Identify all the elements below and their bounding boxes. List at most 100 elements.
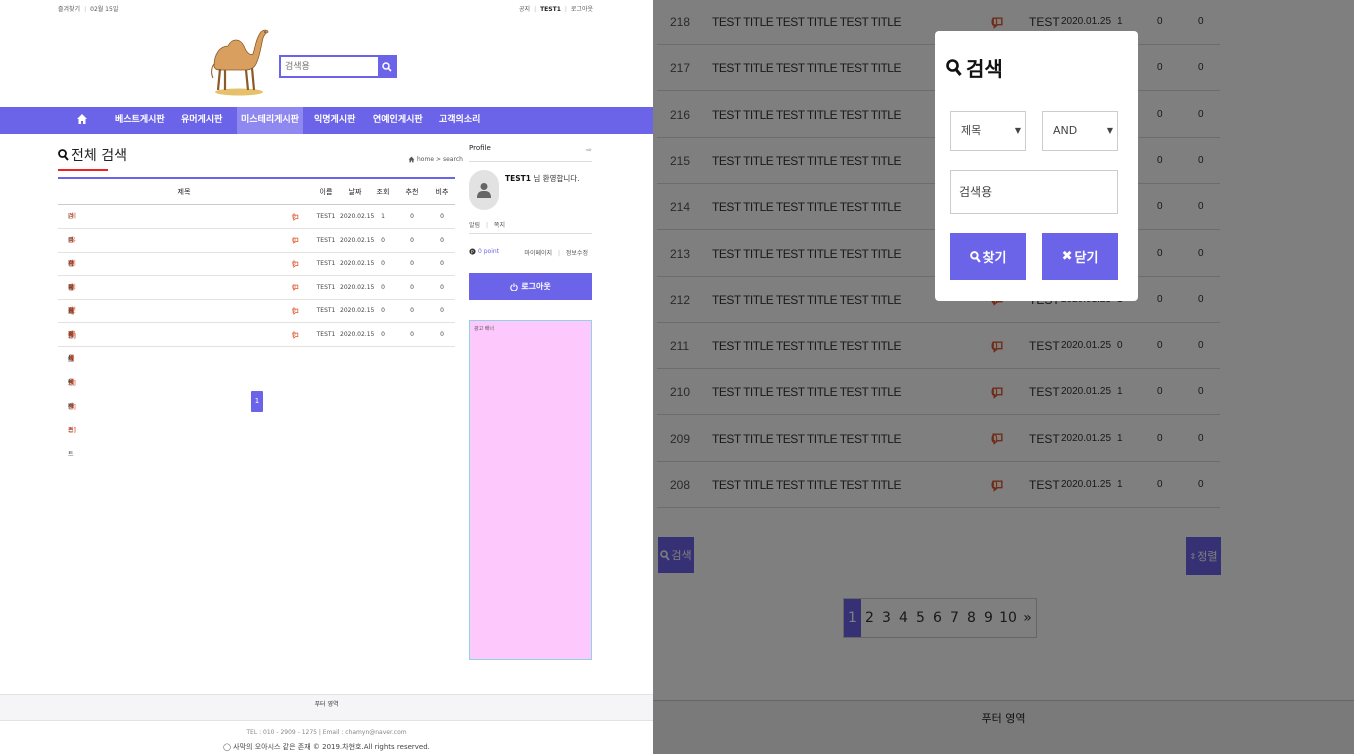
note-link[interactable]: 쪽지: [494, 222, 505, 229]
header-unrecommend: 비추: [435, 188, 449, 196]
row-recommend: 0: [410, 236, 414, 244]
table-header: 제목 이름 날짜 조회 추천 비추: [58, 179, 455, 205]
row-unrecommend: 0: [440, 307, 444, 315]
logout-link[interactable]: 로그아웃: [571, 6, 593, 13]
profile-heading: Profile: [469, 144, 491, 152]
top-utility-bar: 즐겨찾기 | 02월 15일 공지 | TEST1 | 로그아웃: [58, 6, 593, 13]
board-list-page: 218TEST TITLE TEST TITLE TEST TITLE0TEST…: [653, 0, 1354, 754]
find-button-label: 찾기: [982, 251, 1007, 266]
logout-button[interactable]: 로그아웃: [469, 273, 592, 300]
page-title-text: 전체 검색: [71, 148, 127, 164]
main-nav-bar: 베스트게시판 유머게시판 미스테리게시판 익명게시판 연예인게시판 고객의소리: [0, 107, 653, 134]
row-date: 2020.02.15: [340, 213, 375, 220]
chevron-down-icon: ▼: [1014, 126, 1021, 135]
sign-out-icon[interactable]: ⇨: [586, 146, 592, 154]
search-operator-value: AND: [1053, 124, 1078, 137]
row-views: 0: [381, 331, 385, 338]
header-title: 제목: [177, 188, 191, 196]
home-icon: [408, 156, 415, 163]
welcome-message: TEST1 님 환영합니다.: [505, 173, 580, 184]
row-date: 2020.02.15: [340, 236, 375, 244]
nav-best-board[interactable]: 베스트게시판: [111, 107, 169, 134]
table-row[interactable]: 검색용 테스트 [유머게시판] 0 TEST1 2020.02.15 0 0 0: [58, 229, 455, 364]
row-comment-count: 0: [292, 205, 308, 229]
nav-mystery-board[interactable]: 미스테리게시판: [237, 107, 303, 134]
header-date: 날짜: [348, 188, 362, 196]
modal-title: 검색: [946, 53, 1003, 82]
row-views: 0: [381, 260, 385, 268]
row-date: 2020.02.15: [340, 260, 375, 268]
row-comment-count: 0: [292, 299, 308, 323]
nav-customer-voice[interactable]: 고객의소리: [435, 107, 484, 134]
svg-text:P: P: [471, 249, 474, 255]
alarm-link[interactable]: 알림: [469, 222, 480, 229]
row-unrecommend: 0: [440, 213, 444, 220]
close-icon: ✖: [1061, 249, 1073, 264]
row-author: TEST1: [316, 213, 336, 220]
row-views: 0: [381, 307, 385, 315]
nav-humor-board[interactable]: 유머게시판: [177, 107, 226, 134]
search-modal: 검색 제목 ▼ AND ▼ 검색용 찾기 ✖ 닫기: [935, 31, 1138, 301]
nav-celebrity-board[interactable]: 연예인게시판: [369, 107, 427, 134]
header-search-box: [279, 55, 397, 78]
row-recommend: 0: [410, 331, 414, 338]
row-recommend: 0: [410, 260, 414, 268]
user-name-link[interactable]: TEST1: [540, 6, 561, 13]
search-query-value: 검색용: [959, 185, 993, 199]
header-name: 이름: [319, 188, 333, 196]
row-unrecommend: 0: [440, 260, 444, 268]
row-comment-count: 0: [292, 229, 308, 253]
breadcrumb-home[interactable]: home: [417, 156, 434, 163]
header-search-input[interactable]: [281, 57, 379, 76]
power-icon: [510, 282, 518, 291]
row-comment-count: 0: [292, 252, 308, 276]
search-field-select[interactable]: 제목 ▼: [950, 111, 1026, 151]
pagination-page-1[interactable]: 1: [251, 391, 263, 412]
home-icon[interactable]: [76, 113, 88, 125]
table-row[interactable]: 검색용 테스트 [익명게시판] 0 TEST1 2020.02.15 0 0 0: [58, 276, 455, 411]
ad-banner[interactable]: 광고 배너: [469, 320, 592, 660]
search-field-value: 제목: [961, 124, 982, 137]
row-views: 0: [381, 236, 385, 244]
favorites-link[interactable]: 즐겨찾기: [58, 6, 80, 13]
find-button[interactable]: 찾기: [950, 233, 1026, 280]
search-icon: [381, 61, 392, 72]
row-board-tag: [고객게시판]: [68, 331, 76, 434]
points-display: P 0 point: [469, 248, 499, 255]
breadcrumb-separator: >: [436, 156, 442, 163]
welcome-user: TEST1: [505, 174, 531, 183]
header-recommend: 추천: [405, 188, 419, 196]
notice-link[interactable]: 공지: [519, 6, 530, 13]
mypage-link[interactable]: 마이페이지: [524, 250, 552, 257]
row-author: TEST1: [316, 260, 336, 268]
row-unrecommend: 0: [440, 236, 444, 244]
points-value: 0 point: [478, 248, 500, 255]
user-icon: [477, 183, 491, 198]
breadcrumb: home > search: [408, 156, 463, 163]
table-row[interactable]: 검색용 테스트 [고객게시판] 0 TEST1 2020.02.15 0 0 0: [58, 323, 455, 458]
close-button[interactable]: ✖ 닫기: [1042, 233, 1118, 280]
header-search-button[interactable]: [378, 57, 395, 76]
edit-info-link[interactable]: 정보수정: [566, 250, 588, 257]
camel-logo[interactable]: [206, 26, 272, 96]
point-row: P 0 point 마이페이지 | 정보수정: [469, 248, 592, 262]
table-row[interactable]: 검색용 테스트 [연예인게시판] 0 TEST1 2020.02.15 0 0 0: [58, 299, 455, 434]
nav-anonymous-board[interactable]: 익명게시판: [310, 107, 359, 134]
header-views: 조회: [376, 188, 390, 196]
profile-header: Profile ⇨: [469, 144, 592, 162]
table-row[interactable]: 검색용 테스트 [베스트게시판] 0 TEST1 2020.02.15 1 0 0: [58, 205, 455, 340]
row-author: TEST1: [316, 331, 336, 338]
row-date: 2020.02.15: [340, 283, 375, 291]
search-query-input[interactable]: 검색용: [950, 170, 1118, 214]
row-comment-count: 0: [292, 323, 308, 347]
copyright-circle-icon: ◯: [223, 743, 231, 751]
row-date: 2020.02.15: [340, 331, 375, 338]
search-icon: [58, 149, 69, 161]
welcome-text: 님 환영합니다.: [533, 174, 580, 183]
main-search-page: 즐겨찾기|02월 15일 공지|TEST1|로그아웃 베스트게시판 유머게시판 …: [0, 0, 653, 754]
modal-title-text: 검색: [966, 57, 1003, 81]
search-operator-select[interactable]: AND ▼: [1042, 111, 1118, 151]
table-row[interactable]: 검색용 테스트 [미스테리게시판] 0 TEST1 2020.02.15 0 0 0: [58, 252, 455, 411]
title-underline: [58, 169, 108, 171]
row-author: TEST1: [316, 236, 336, 244]
